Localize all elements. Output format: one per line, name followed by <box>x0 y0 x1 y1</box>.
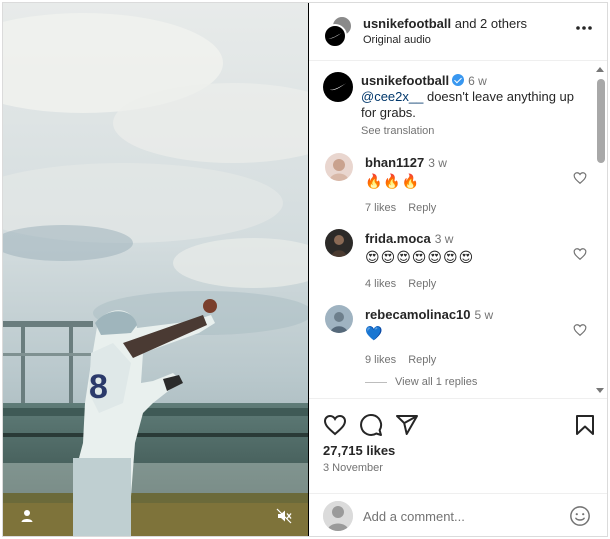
comments-scrollbar[interactable] <box>595 62 607 398</box>
post-actions: 27,715 likes 3 November <box>309 398 607 493</box>
post-video[interactable]: 8 <box>3 3 308 536</box>
caption-username[interactable]: usnikefootball <box>361 73 449 88</box>
caption-avatar[interactable] <box>323 72 353 102</box>
like-comment-heart-icon[interactable] <box>573 247 587 261</box>
avatar-image <box>325 229 353 257</box>
comment-item: rebecamolinac10 5 w 💙 9 likes Reply <box>309 303 595 373</box>
more-options-icon[interactable] <box>575 25 593 31</box>
comments-list[interactable]: usnikefootball 6 w @cee2x__ doesn't leave… <box>309 62 607 398</box>
comment-item: frida.moca 3 w 😍😍😍😍😍😍😍 4 likes Reply <box>309 227 595 297</box>
avatar-image <box>325 153 353 181</box>
like-comment-heart-icon[interactable] <box>573 171 587 185</box>
default-avatar-icon <box>323 501 353 531</box>
user-tag-icon[interactable] <box>19 508 35 524</box>
post-header: usnikefootball and 2 others Original aud… <box>309 3 607 61</box>
comment-icon[interactable] <box>359 413 383 437</box>
author-avatar[interactable] <box>323 24 347 48</box>
comment-likes[interactable]: 4 likes <box>365 278 396 290</box>
caption-time: 6 w <box>468 74 487 88</box>
caption: usnikefootball 6 w @cee2x__ doesn't leave… <box>361 73 591 139</box>
collab-suffix[interactable]: and 2 others <box>455 16 527 31</box>
comment-composer <box>309 493 607 536</box>
comment-body: frida.moca 3 w 😍😍😍😍😍😍😍 4 likes Reply <box>365 231 565 290</box>
scroll-up-arrow-icon[interactable] <box>596 67 604 72</box>
post-date: 3 November <box>323 462 383 474</box>
comment-text: 💙 <box>365 325 384 341</box>
emoji-icon[interactable] <box>569 505 591 527</box>
nike-logo-icon <box>328 33 342 39</box>
reply-button[interactable]: Reply <box>408 202 436 214</box>
scroll-thumb[interactable] <box>597 79 605 163</box>
comment-time: 3 w <box>428 156 447 170</box>
comment-body: rebecamolinac10 5 w 💙 9 likes Reply <box>365 307 565 366</box>
heart-icon[interactable] <box>323 413 347 437</box>
comment-likes[interactable]: 7 likes <box>365 202 396 214</box>
caption-mention[interactable]: @cee2x__ <box>361 89 423 104</box>
avatar-image <box>325 305 353 333</box>
comment-username[interactable]: rebecamolinac10 <box>365 307 471 322</box>
comment-likes[interactable]: 9 likes <box>365 354 396 366</box>
comment-input[interactable] <box>363 506 553 526</box>
muted-icon[interactable] <box>276 508 292 524</box>
video-frame-image: 8 <box>3 3 308 536</box>
comment-username[interactable]: bhan1127 <box>365 155 424 170</box>
post-side-panel: usnikefootball and 2 others Original aud… <box>309 3 607 536</box>
author-username[interactable]: usnikefootball <box>363 16 451 31</box>
comment-time: 5 w <box>474 308 494 322</box>
comment-text: 🔥🔥🔥 <box>365 173 421 189</box>
reply-button[interactable]: Reply <box>408 278 436 290</box>
see-translation-link[interactable]: See translation <box>361 123 591 139</box>
current-user-avatar <box>323 501 353 531</box>
comment-meta: 7 likes Reply <box>365 202 565 214</box>
comment-time: 3 w <box>434 232 454 246</box>
comment-meta: 9 likes Reply <box>365 354 565 366</box>
share-icon[interactable] <box>395 413 419 437</box>
svg-text:8: 8 <box>89 368 108 406</box>
comment-item: bhan1127 3 w 🔥🔥🔥 7 likes Reply <box>309 151 595 221</box>
comment-text: 😍😍😍😍😍😍😍 <box>365 249 475 265</box>
bookmark-icon[interactable] <box>573 413 597 437</box>
view-replies-link[interactable]: View all 1 replies <box>365 376 477 388</box>
post-dialog: 8 usnikefootball and 2 others Original a… <box>2 2 608 537</box>
verified-badge-icon <box>452 74 465 86</box>
comment-meta: 4 likes Reply <box>365 278 565 290</box>
nike-logo-icon <box>329 83 347 91</box>
likes-count[interactable]: 27,715 likes <box>323 443 395 458</box>
commenter-avatar[interactable] <box>325 229 353 257</box>
commenter-avatar[interactable] <box>325 305 353 333</box>
reply-button[interactable]: Reply <box>408 354 436 366</box>
audio-label[interactable]: Original audio <box>363 34 431 46</box>
comment-body: bhan1127 3 w 🔥🔥🔥 7 likes Reply <box>365 155 565 214</box>
like-comment-heart-icon[interactable] <box>573 323 587 337</box>
scroll-down-arrow-icon[interactable] <box>596 388 604 393</box>
comment-username[interactable]: frida.moca <box>365 231 431 246</box>
post-authors: usnikefootball and 2 others <box>363 16 527 31</box>
commenter-avatar[interactable] <box>325 153 353 181</box>
